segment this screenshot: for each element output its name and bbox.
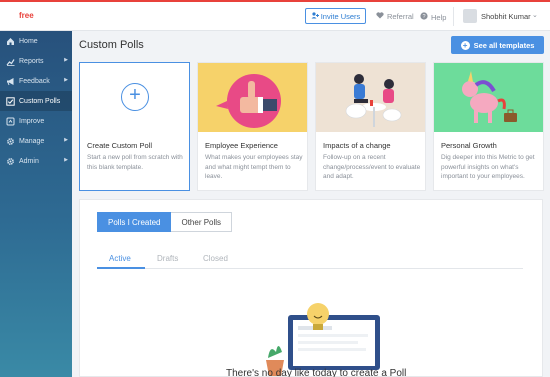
invite-users-label: Invite Users bbox=[320, 11, 361, 21]
create-custom-poll-card[interactable]: + Create Custom Poll Start a new poll fr… bbox=[79, 62, 190, 191]
sidebar-item-manage[interactable]: Manage ▶ bbox=[0, 131, 72, 151]
impacts-of-a-change-card[interactable]: Impacts of a change Follow-up on a recen… bbox=[315, 62, 426, 191]
meeting-illustration bbox=[316, 63, 425, 132]
card-title: Employee Experience bbox=[205, 141, 278, 150]
sidebar-item-custom-polls[interactable]: Custom Polls bbox=[0, 91, 72, 111]
add-user-icon bbox=[311, 11, 319, 21]
see-all-templates-button[interactable]: + See all templates bbox=[451, 36, 544, 54]
sidebar-item-reports[interactable]: Reports ▶ bbox=[0, 51, 72, 71]
referral-label: Referral bbox=[387, 12, 414, 21]
empty-state-text: There's no day like today to create a Po… bbox=[226, 368, 407, 377]
sidebar-item-label: Feedback bbox=[19, 77, 50, 85]
card-description: What makes your employees stay and what … bbox=[205, 154, 303, 180]
user-name[interactable]: Shobhit Kumar bbox=[481, 12, 531, 21]
chevron-right-icon: ▶ bbox=[64, 57, 68, 63]
sidebar-item-label: Manage bbox=[19, 137, 45, 145]
chevron-right-icon: ▶ bbox=[64, 77, 68, 83]
employee-experience-card[interactable]: Employee Experience What makes your empl… bbox=[197, 62, 308, 191]
sidebar-item-label: Admin bbox=[19, 157, 39, 165]
card-title: Create Custom Poll bbox=[87, 141, 153, 150]
polls-filter-toggle: Polls I Created Other Polls bbox=[97, 212, 233, 232]
chevron-down-icon[interactable]: ⌄ bbox=[532, 11, 538, 19]
divider bbox=[453, 7, 454, 26]
card-description: Dig deeper into this Metric to get power… bbox=[441, 154, 535, 180]
sidebar-item-label: Improve bbox=[19, 117, 45, 125]
chevron-right-icon: ▶ bbox=[64, 137, 68, 143]
avatar[interactable] bbox=[463, 9, 477, 23]
card-description: Start a new poll from scratch with this … bbox=[87, 154, 183, 171]
sidebar-item-label: Custom Polls bbox=[19, 97, 61, 105]
help-label: Help bbox=[431, 12, 447, 22]
empty-state-illustration bbox=[266, 303, 380, 376]
improve-icon bbox=[5, 116, 15, 126]
svg-text:?: ? bbox=[422, 14, 425, 20]
card-title: Personal Growth bbox=[441, 141, 497, 150]
sidebar-item-label: Reports bbox=[19, 57, 44, 65]
invite-users-button[interactable]: Invite Users bbox=[305, 8, 366, 24]
polls-i-created-button[interactable]: Polls I Created bbox=[97, 212, 172, 232]
help-link[interactable]: ? Help bbox=[420, 12, 446, 22]
sidebar: Home Reports ▶ Feedback ▶ Custom Polls I… bbox=[0, 31, 72, 377]
home-icon bbox=[5, 36, 15, 46]
referral-link[interactable]: Referral bbox=[376, 12, 414, 21]
gear-icon bbox=[5, 156, 15, 166]
sidebar-item-feedback[interactable]: Feedback ▶ bbox=[0, 71, 72, 91]
card-title: Impacts of a change bbox=[323, 141, 391, 150]
chevron-right-icon: ▶ bbox=[64, 157, 68, 163]
status-tabs: Active Drafts Closed bbox=[97, 250, 523, 269]
plus-icon: + bbox=[460, 40, 470, 50]
plus-icon: + bbox=[121, 83, 149, 111]
help-icon: ? bbox=[420, 12, 428, 22]
sidebar-item-label: Home bbox=[19, 37, 38, 45]
sidebar-item-improve[interactable]: Improve bbox=[0, 111, 72, 131]
page-title: Custom Polls bbox=[79, 39, 144, 51]
card-description: Follow-up on a recent change/process/eve… bbox=[323, 154, 421, 180]
brand-label[interactable]: free bbox=[19, 11, 34, 20]
sidebar-item-admin[interactable]: Admin ▶ bbox=[0, 151, 72, 171]
see-all-templates-label: See all templates bbox=[473, 40, 535, 50]
tab-closed[interactable]: Closed bbox=[203, 254, 228, 263]
checkbox-icon bbox=[5, 96, 15, 106]
chart-icon bbox=[5, 56, 15, 66]
active-tab-indicator bbox=[97, 267, 145, 269]
unicorn-illustration bbox=[434, 63, 543, 132]
megaphone-icon bbox=[5, 76, 15, 86]
top-bar: free Invite Users Referral ? Help Shobhi… bbox=[0, 0, 550, 31]
thumbs-up-illustration bbox=[198, 63, 307, 132]
tab-active[interactable]: Active bbox=[109, 254, 131, 263]
gear-icon bbox=[5, 136, 15, 146]
personal-growth-card[interactable]: Personal Growth Dig deeper into this Met… bbox=[433, 62, 544, 191]
sidebar-item-home[interactable]: Home bbox=[0, 31, 72, 51]
other-polls-button[interactable]: Other Polls bbox=[171, 212, 233, 232]
tab-drafts[interactable]: Drafts bbox=[157, 254, 178, 263]
heart-icon bbox=[376, 12, 384, 21]
